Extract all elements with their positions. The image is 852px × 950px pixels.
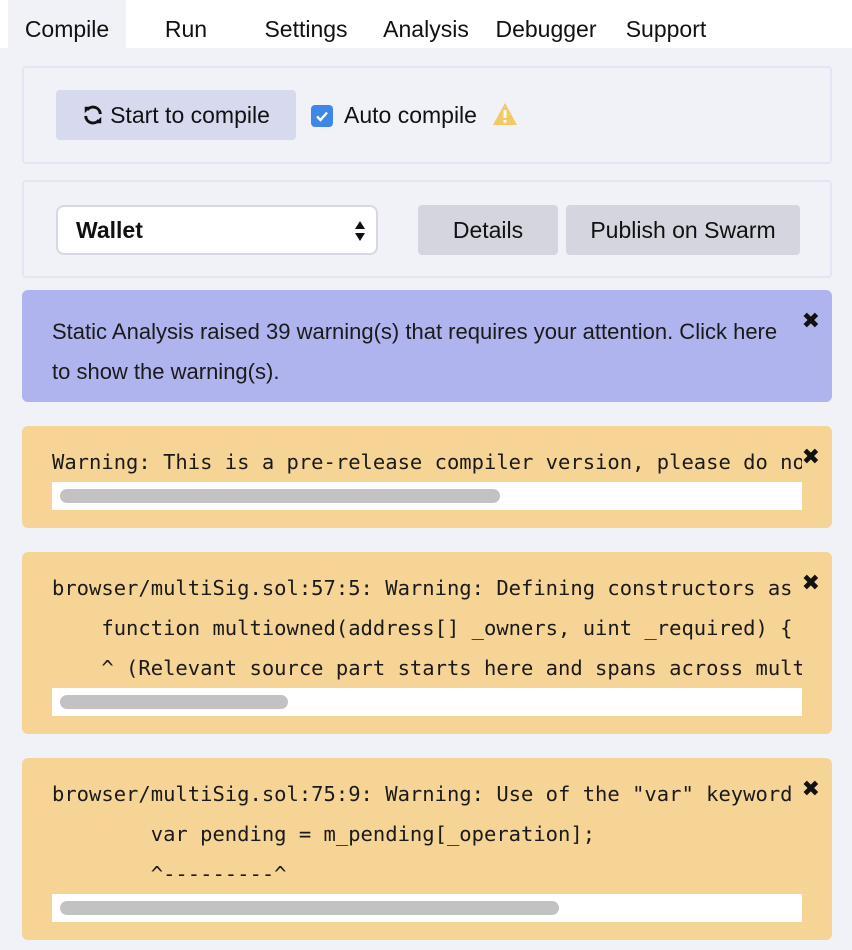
warning-triangle-icon (493, 103, 517, 125)
warning-box: Warning: This is a pre-release compiler … (22, 426, 832, 528)
warning-line: browser/multiSig.sol:75:9: Warning: Use … (52, 782, 793, 806)
scrollbar-thumb[interactable] (60, 695, 288, 709)
publish-swarm-label: Publish on Swarm (590, 216, 776, 243)
static-analysis-message[interactable]: Static Analysis raised 39 warning(s) tha… (52, 312, 782, 392)
checkmark-icon (316, 111, 328, 122)
contract-select-value: Wallet (76, 216, 143, 243)
tab-settings[interactable]: Settings (254, 0, 358, 48)
select-arrows-icon (355, 221, 365, 241)
contract-select[interactable]: Wallet (56, 205, 378, 255)
close-icon[interactable]: ✖ (802, 308, 820, 334)
static-analysis-alert[interactable]: Static Analysis raised 39 warning(s) tha… (22, 290, 832, 402)
start-compile-label: Start to compile (110, 101, 270, 128)
contract-panel: Wallet Details Publish on Swarm (22, 180, 832, 278)
tab-run[interactable]: Run (148, 0, 224, 48)
tab-analysis[interactable]: Analysis (378, 0, 474, 48)
close-icon[interactable]: ✖ (802, 570, 820, 596)
details-label: Details (452, 216, 524, 243)
tab-support[interactable]: Support (616, 0, 716, 48)
horizontal-scrollbar[interactable] (52, 688, 802, 716)
compile-panel: Start to compile Auto compile (22, 66, 832, 164)
tab-debugger[interactable]: Debugger (490, 0, 602, 48)
scrollbar-thumb[interactable] (60, 489, 500, 503)
warning-line: ^---------^ (52, 862, 287, 886)
auto-compile-label: Auto compile (344, 102, 477, 128)
horizontal-scrollbar[interactable] (52, 482, 802, 510)
details-button[interactable]: Details (418, 205, 558, 255)
warning-line: browser/multiSig.sol:57:5: Warning: Defi… (52, 576, 793, 600)
close-icon[interactable]: ✖ (802, 444, 820, 470)
auto-compile-checkbox[interactable] (311, 105, 333, 127)
warning-line: function multiowned(address[] _owners, u… (52, 616, 793, 640)
warning-line: var pending = m_pending[_operation]; (52, 822, 596, 846)
start-compile-button[interactable]: Start to compile (56, 90, 296, 140)
warning-line: ^ (Relevant source part starts here and … (101, 656, 802, 680)
publish-swarm-button[interactable]: Publish on Swarm (566, 205, 800, 255)
tab-bar: Compile Run Settings Analysis Debugger S… (0, 0, 852, 48)
refresh-icon (84, 105, 102, 125)
warning-box: browser/multiSig.sol:57:5: Warning: Defi… (22, 552, 832, 734)
warning-line: Warning: This is a pre-release compiler … (52, 450, 802, 474)
close-icon[interactable]: ✖ (802, 776, 820, 802)
tab-compile[interactable]: Compile (8, 0, 126, 48)
horizontal-scrollbar[interactable] (52, 894, 802, 922)
scrollbar-thumb[interactable] (60, 901, 559, 915)
warning-box: browser/multiSig.sol:75:9: Warning: Use … (22, 758, 832, 940)
